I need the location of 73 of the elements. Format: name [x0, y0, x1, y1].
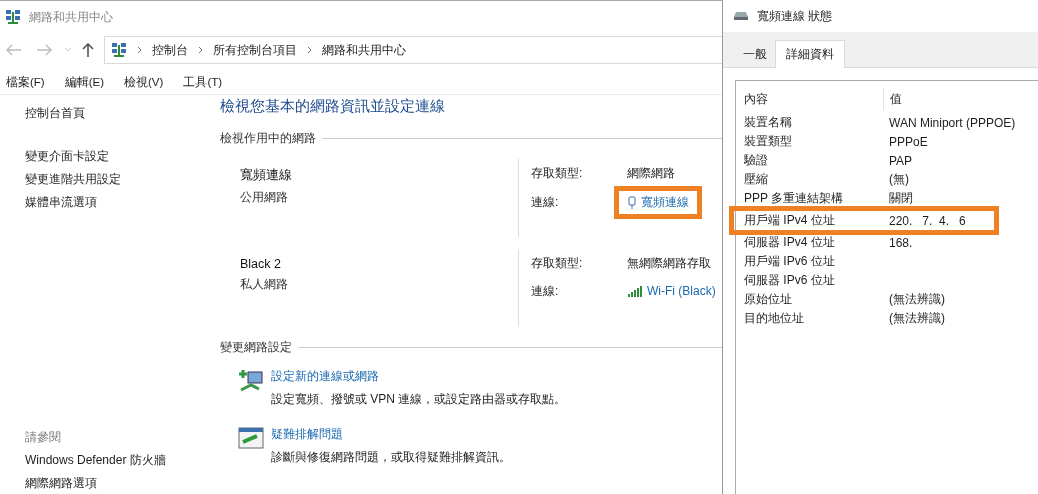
- chevron-icon: [307, 46, 312, 54]
- menu-item[interactable]: 檢視(V): [124, 75, 164, 90]
- menu-item[interactable]: 檔案(F): [6, 75, 45, 90]
- section-title: 檢視作用中的網路: [220, 130, 316, 147]
- property-value: (無法辨識): [889, 291, 946, 308]
- field-label: 連線:: [531, 194, 560, 211]
- connection-link[interactable]: 寬頻連線: [614, 186, 702, 219]
- field-label: 存取類型:: [531, 165, 584, 182]
- network-name: 寬頻連線: [240, 167, 293, 184]
- property-name: 伺服器 IPv6 位址: [744, 272, 836, 289]
- tab[interactable]: 一般: [735, 42, 775, 67]
- section-title: 變更網路設定: [220, 339, 292, 356]
- breadcrumb[interactable]: 控制台: [152, 41, 188, 59]
- connection-link[interactable]: Wi-Fi (Black): [614, 276, 722, 306]
- page-heading: 檢視您基本的網路資訊並設定連線: [220, 97, 446, 116]
- property-value: 220. 7. 4. 6: [889, 213, 967, 228]
- task-description: 設定寬頻、撥號或 VPN 連線，或設定路由器或存取點。: [271, 391, 567, 408]
- signal-icon: [627, 285, 643, 297]
- property-value: PAP: [889, 153, 914, 168]
- network-name: Black 2: [240, 257, 282, 271]
- modem-icon: [733, 11, 749, 21]
- property-name: 原始位址: [744, 291, 793, 308]
- access-type: 無網際網路存取: [627, 255, 712, 272]
- property-name: 驗證: [744, 152, 769, 169]
- back-icon[interactable]: [6, 44, 22, 56]
- property-name: 用戶端 IPv6 位址: [744, 253, 836, 270]
- see-also-heading: 請參閱: [25, 429, 62, 446]
- property-name: 壓縮: [744, 171, 769, 188]
- network-category: 公用網路: [240, 189, 289, 206]
- field-label: 存取類型:: [531, 255, 584, 272]
- sidebar-link[interactable]: Windows Defender 防火牆: [25, 452, 215, 469]
- network-icon: [5, 9, 21, 25]
- sidebar-link[interactable]: 網際網路選項: [25, 475, 215, 492]
- property-name: 裝置名稱: [744, 114, 793, 131]
- network-icon: [111, 42, 127, 58]
- property-name: PPP 多重連結架構: [744, 190, 845, 207]
- address-bar[interactable]: 控制台 所有控制台項目 網路和共用中心: [104, 36, 722, 64]
- chevron-icon: [137, 46, 142, 54]
- property-value: WAN Miniport (PPPOE): [889, 115, 1017, 130]
- breadcrumb[interactable]: 網路和共用中心: [322, 41, 406, 59]
- forward-icon[interactable]: [36, 44, 52, 56]
- plug-icon: [627, 195, 637, 210]
- access-type: 網際網路: [627, 165, 676, 182]
- dropdown-icon[interactable]: [64, 47, 72, 53]
- dialog-title: 寬頻連線 狀態: [757, 7, 833, 25]
- breadcrumb[interactable]: 所有控制台項目: [213, 41, 297, 59]
- property-value: 關閉: [889, 190, 914, 207]
- network-category: 私人網路: [240, 276, 289, 293]
- property-name: 目的地位址: [744, 310, 805, 327]
- property-name: 用戶端 IPv4 位址: [744, 212, 836, 229]
- troubleshoot-icon: [237, 426, 265, 450]
- sidebar-link[interactable]: 控制台首頁: [25, 105, 215, 122]
- property-value: 168.: [889, 235, 914, 250]
- property-value: (無): [889, 171, 910, 188]
- sidebar-link[interactable]: 媒體串流選項: [25, 194, 215, 211]
- task-link[interactable]: 疑難排解問題: [271, 426, 511, 443]
- property-name: 伺服器 IPv4 位址: [744, 234, 836, 251]
- tab[interactable]: 詳細資料: [775, 40, 845, 68]
- chevron-icon: [198, 46, 203, 54]
- up-icon[interactable]: [82, 43, 94, 57]
- add-network-icon: [237, 368, 265, 394]
- window-title: 網路和共用中心: [29, 8, 113, 26]
- property-name: 裝置類型: [744, 133, 793, 150]
- column-header[interactable]: 值: [883, 88, 1038, 110]
- sidebar-link[interactable]: 變更介面卡設定: [25, 148, 215, 165]
- property-value: (無法辨識): [889, 310, 946, 327]
- field-label: 連線:: [531, 282, 560, 300]
- menu-item[interactable]: 編輯(E): [64, 75, 105, 90]
- menu-item[interactable]: 工具(T): [183, 75, 223, 90]
- task-description: 診斷與修復網路問題，或取得疑難排解資訊。: [271, 449, 511, 466]
- property-value: PPPoE: [889, 134, 929, 149]
- sidebar-link[interactable]: 變更進階共用設定: [25, 171, 215, 188]
- task-link[interactable]: 設定新的連線或網路: [271, 368, 567, 385]
